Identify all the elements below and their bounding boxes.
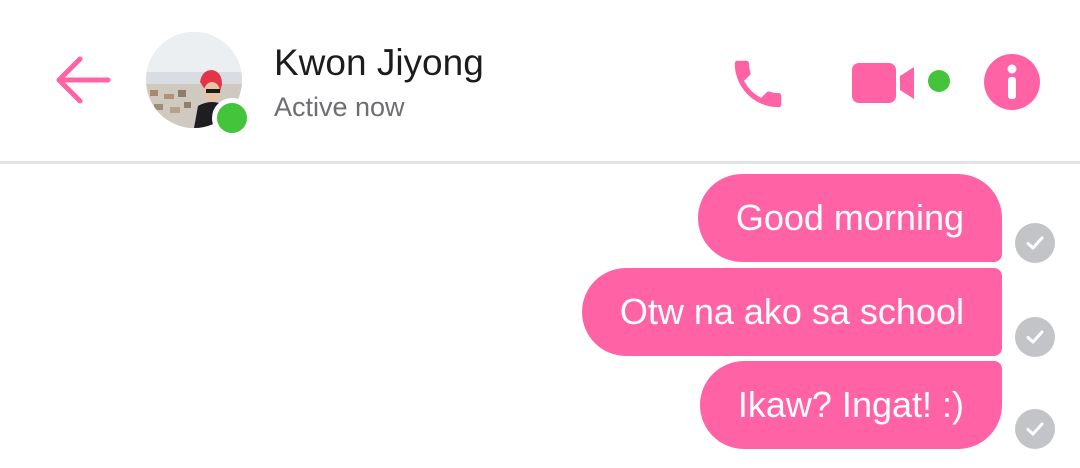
message-text: Otw na ako sa school [619,291,964,332]
contact-name[interactable]: Kwon Jiyong [274,40,484,86]
chat-header: Kwon Jiyong Active now [0,0,1080,162]
video-call-button[interactable] [842,48,922,118]
phone-icon [734,60,782,108]
online-indicator [212,98,252,138]
video-camera-icon [852,63,914,103]
info-button[interactable] [980,50,1044,114]
message-text: Good morning [735,197,964,238]
delivered-check-icon [1015,409,1055,449]
message-text: Ikaw? Ingat! :) [737,384,964,425]
contact-status: Active now [274,92,405,122]
arrow-left-icon [56,56,111,104]
contact-avatar[interactable] [146,32,252,138]
call-button[interactable] [718,44,798,124]
delivered-check-icon [1015,317,1055,357]
video-active-indicator [928,70,950,92]
back-button[interactable] [46,44,118,116]
outgoing-message-bubble[interactable]: Otw na ako sa school [581,268,1002,356]
message-thread: Good morning Otw na ako sa school Ikaw? … [0,164,1080,468]
outgoing-message-bubble[interactable]: Good morning [697,174,1002,262]
chat-screen: Kwon Jiyong Active now Good morning Otw … [0,0,1080,468]
info-icon [984,54,1040,110]
outgoing-message-bubble[interactable]: Ikaw? Ingat! :) [699,361,1002,449]
delivered-check-icon [1015,223,1055,263]
